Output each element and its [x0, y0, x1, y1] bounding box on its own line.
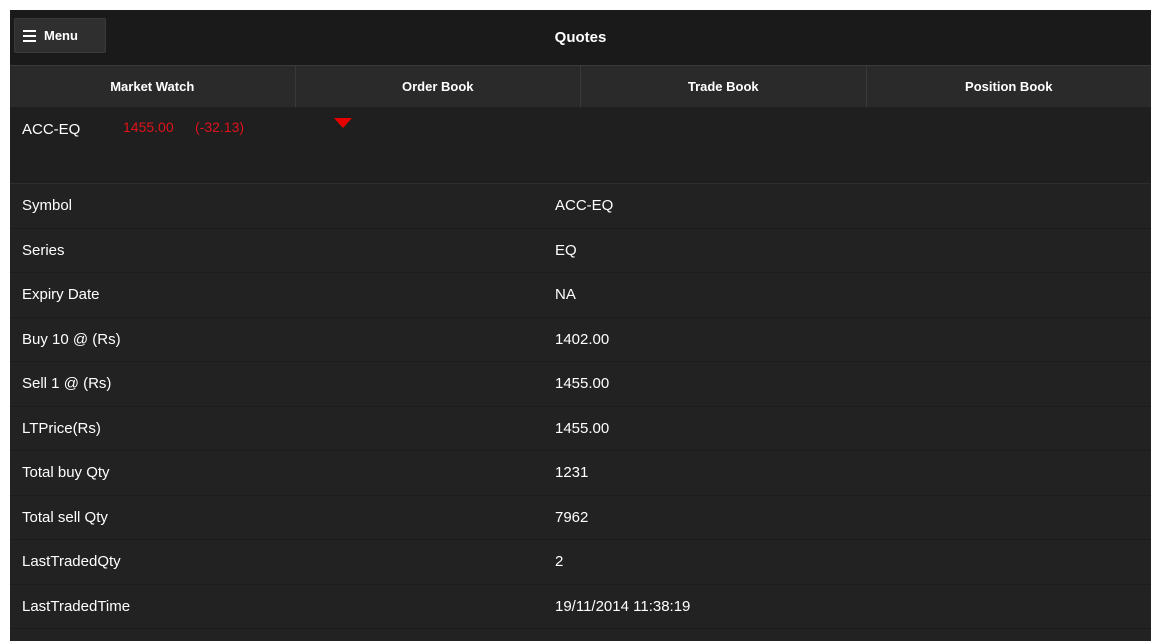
detail-label: Symbol — [22, 197, 73, 215]
detail-label: Sell 1 @ (Rs) — [22, 375, 112, 393]
detail-row-expiry-date: Expiry Date NA — [10, 273, 1151, 318]
detail-value: NA — [555, 286, 576, 304]
detail-value: 19/11/2014 11:38:19 — [555, 597, 691, 615]
detail-row-buy: Buy 10 @ (Rs) 1402.00 — [10, 318, 1151, 362]
page-title: Quotes — [554, 29, 607, 46]
detail-label: Total sell Qty — [22, 508, 108, 526]
detail-row-symbol: Symbol ACC-EQ — [10, 184, 1151, 229]
triangle-down-icon — [334, 118, 352, 128]
ticker-change: (-32.13) — [195, 119, 245, 135]
detail-label: Buy 10 @ (Rs) — [22, 330, 121, 348]
detail-row-total-buy-qty: Total buy Qty 1231 — [10, 451, 1151, 496]
detail-value: 7962 — [555, 508, 589, 526]
tab-order-book[interactable]: Order Book — [296, 66, 581, 107]
quote-details: Symbol ACC-EQ Series EQ Expiry Date NA B… — [10, 184, 1151, 629]
top-bar: Menu Quotes — [10, 10, 1151, 65]
detail-row-total-sell-qty: Total sell Qty 7962 — [10, 496, 1151, 540]
quotes-screen: Menu Quotes Market Watch Order Book Trad… — [10, 10, 1151, 641]
tab-bar: Market Watch Order Book Trade Book Posit… — [10, 65, 1151, 107]
tab-market-watch[interactable]: Market Watch — [10, 66, 296, 107]
detail-row-last-traded-time: LastTradedTime 19/11/2014 11:38:19 — [10, 585, 1151, 629]
ticker-symbol: ACC-EQ — [22, 121, 81, 138]
detail-label: Total buy Qty — [22, 464, 110, 482]
detail-row-sell: Sell 1 @ (Rs) 1455.00 — [10, 362, 1151, 407]
detail-value: 2 — [555, 553, 564, 571]
ticker-price: 1455.00 — [123, 119, 174, 135]
hamburger-icon — [23, 29, 36, 42]
menu-label: Menu — [44, 28, 78, 43]
detail-label: LastTradedTime — [22, 597, 131, 615]
menu-button[interactable]: Menu — [14, 18, 106, 53]
detail-row-last-traded-qty: LastTradedQty 2 — [10, 540, 1151, 585]
detail-row-ltprice: LTPrice(Rs) 1455.00 — [10, 407, 1151, 451]
detail-label: Series — [22, 241, 65, 259]
detail-value: ACC-EQ — [555, 197, 614, 215]
detail-row-series: Series EQ — [10, 229, 1151, 273]
detail-value: 1455.00 — [555, 419, 610, 437]
detail-value: 1402.00 — [555, 330, 610, 348]
detail-label: LastTradedQty — [22, 553, 121, 571]
detail-value: 1455.00 — [555, 375, 610, 393]
detail-label: LTPrice(Rs) — [22, 419, 101, 437]
tab-position-book[interactable]: Position Book — [867, 66, 1151, 107]
detail-value: 1231 — [555, 464, 589, 482]
quote-ticker: ACC-EQ 1455.00 (-32.13) — [10, 107, 1151, 184]
detail-value: EQ — [555, 241, 577, 259]
detail-label: Expiry Date — [22, 286, 100, 304]
tab-trade-book[interactable]: Trade Book — [581, 66, 867, 107]
